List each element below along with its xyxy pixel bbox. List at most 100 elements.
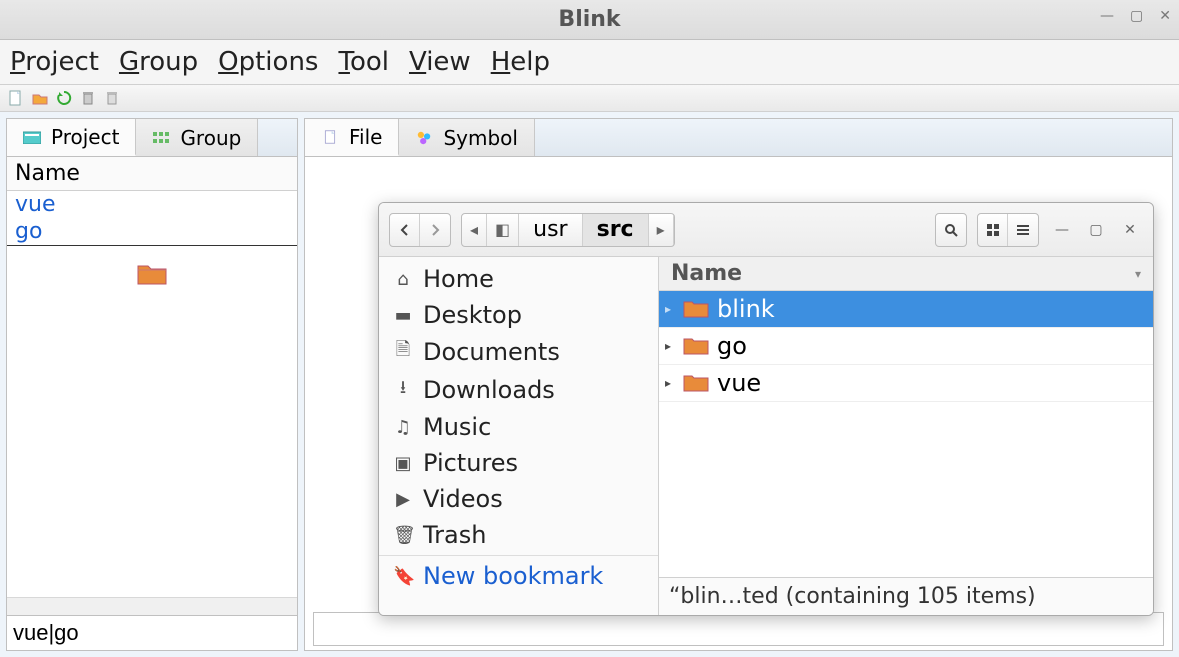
fm-path-next[interactable]: ▸ <box>649 214 674 246</box>
fm-path-usr[interactable]: usr <box>519 214 582 246</box>
fm-side-trash[interactable]: 🗑 Trash <box>379 517 658 553</box>
tab-symbol-label: Symbol <box>443 126 518 150</box>
menu-group[interactable]: Group <box>119 47 198 77</box>
grid-icon <box>987 224 999 236</box>
left-filter-input[interactable] <box>7 616 297 650</box>
fm-side-pictures[interactable]: ▣ Pictures <box>379 445 658 481</box>
fm-close-button[interactable]: ✕ <box>1123 222 1137 238</box>
fm-maximize-button[interactable]: ▢ <box>1089 222 1103 238</box>
project-tab-icon <box>23 130 41 144</box>
menubar: Project Group Options Tool View Help <box>0 40 1179 84</box>
chevron-left-icon <box>399 224 411 236</box>
fm-row-label: vue <box>717 369 761 397</box>
drop-folder-area[interactable] <box>7 246 297 306</box>
fm-new-bookmark[interactable]: 🔖New bookmark <box>379 558 658 594</box>
right-input[interactable] <box>313 612 1164 646</box>
sort-descending-icon: ▾ <box>1135 267 1141 281</box>
chevron-right-icon <box>429 224 441 236</box>
fm-path-root[interactable]: ◧ <box>487 214 519 246</box>
left-tabs: Project Group <box>7 119 297 157</box>
group-tab-icon <box>152 131 170 145</box>
fm-side-trash-label: Trash <box>423 521 486 549</box>
titlebar: Blink — ▢ ✕ <box>0 0 1179 40</box>
fm-row-label: blink <box>717 295 775 323</box>
pictures-icon: ▣ <box>393 453 413 474</box>
close-button[interactable]: ✕ <box>1159 8 1171 24</box>
fm-search-button[interactable] <box>936 214 966 246</box>
fm-side-pictures-label: Pictures <box>423 449 518 477</box>
fm-side-music-label: Music <box>423 413 491 441</box>
fm-back-button[interactable] <box>390 214 420 246</box>
fm-minimize-button[interactable]: — <box>1055 222 1069 238</box>
fm-side-divider <box>379 555 658 556</box>
fm-nav-buttons <box>389 213 451 247</box>
tab-group[interactable]: Group <box>136 119 258 156</box>
delete-icon[interactable] <box>80 90 96 106</box>
folder-icon <box>683 299 709 319</box>
project-item-go[interactable]: go <box>7 218 297 245</box>
menu-options[interactable]: Options <box>218 47 318 77</box>
fm-row-go[interactable]: ▸ go <box>659 328 1153 365</box>
fm-view-buttons <box>977 213 1039 247</box>
refresh-icon[interactable] <box>56 90 72 106</box>
expand-icon[interactable]: ▸ <box>665 302 675 316</box>
fm-side-downloads[interactable]: ⭳Downloads <box>379 371 658 409</box>
fm-side-documents[interactable]: 🗎Documents <box>379 333 658 371</box>
fm-row-label: go <box>717 332 747 360</box>
symbol-tab-icon <box>415 131 433 145</box>
fm-column-header[interactable]: Name ▾ <box>659 257 1153 291</box>
fm-main: Name ▾ ▸ blink ▸ go ▸ vue <box>659 257 1153 615</box>
fm-path-src[interactable]: src <box>583 214 649 246</box>
documents-icon: 🗎 <box>393 337 413 367</box>
menu-help[interactable]: Help <box>491 47 550 77</box>
new-icon[interactable] <box>8 90 24 106</box>
window-controls: — ▢ ✕ <box>1100 8 1171 24</box>
tab-project[interactable]: Project <box>7 119 136 156</box>
bookmark-icon: 🔖 <box>393 566 413 587</box>
fm-side-home-label: Home <box>423 265 494 293</box>
tab-group-label: Group <box>180 126 241 150</box>
file-manager-window: ◂ ◧ usr src ▸ — ▢ ✕ ⌂ Home <box>378 202 1154 616</box>
home-icon: ⌂ <box>393 269 413 290</box>
tab-file[interactable]: File <box>305 119 399 156</box>
menu-tool[interactable]: Tool <box>338 47 389 77</box>
search-icon <box>944 223 958 237</box>
fm-pathbar: ◂ ◧ usr src ▸ <box>461 213 675 247</box>
menu-project[interactable]: Project <box>10 47 99 77</box>
fm-window-controls: — ▢ ✕ <box>1049 222 1143 238</box>
list-icon <box>1017 224 1029 236</box>
fm-row-vue[interactable]: ▸ vue <box>659 365 1153 402</box>
left-scrollbar[interactable] <box>7 597 297 615</box>
fm-row-blink[interactable]: ▸ blink <box>659 291 1153 328</box>
fm-side-desktop[interactable]: ▬Desktop <box>379 297 658 333</box>
trash-icon[interactable] <box>104 90 120 106</box>
maximize-button[interactable]: ▢ <box>1130 8 1143 24</box>
expand-icon[interactable]: ▸ <box>665 339 675 353</box>
trash-icon: 🗑 <box>393 525 413 546</box>
fm-side-downloads-label: Downloads <box>423 376 555 404</box>
fm-list-view-button[interactable] <box>1008 214 1038 246</box>
expand-icon[interactable]: ▸ <box>665 376 675 390</box>
left-panel: Project Group Name vue go <box>6 118 298 651</box>
window-title: Blink <box>558 7 620 32</box>
menu-view[interactable]: View <box>409 47 471 77</box>
project-item-vue[interactable]: vue <box>7 191 297 218</box>
fm-side-music[interactable]: ♫ Music <box>379 409 658 445</box>
fm-side-videos[interactable]: ▶Videos <box>379 481 658 517</box>
tab-symbol[interactable]: Symbol <box>399 119 535 156</box>
file-tab-icon <box>321 130 339 144</box>
open-icon[interactable] <box>32 90 48 106</box>
music-icon: ♫ <box>393 417 413 438</box>
fm-side-home[interactable]: ⌂ Home <box>379 261 658 297</box>
left-column-header[interactable]: Name <box>7 157 297 191</box>
fm-col-header-label: Name <box>671 261 742 286</box>
minimize-button[interactable]: — <box>1100 8 1114 24</box>
fm-file-list: ▸ blink ▸ go ▸ vue <box>659 291 1153 577</box>
folder-icon <box>683 336 709 356</box>
fm-sidebar: ⌂ Home ▬Desktop 🗎Documents ⭳Downloads ♫ Mu… <box>379 257 659 615</box>
right-tabs: File Symbol <box>305 119 1172 157</box>
toolbar <box>0 84 1179 112</box>
fm-path-prev[interactable]: ◂ <box>462 214 487 246</box>
fm-icon-view-button[interactable] <box>978 214 1008 246</box>
fm-forward-button[interactable] <box>420 214 450 246</box>
